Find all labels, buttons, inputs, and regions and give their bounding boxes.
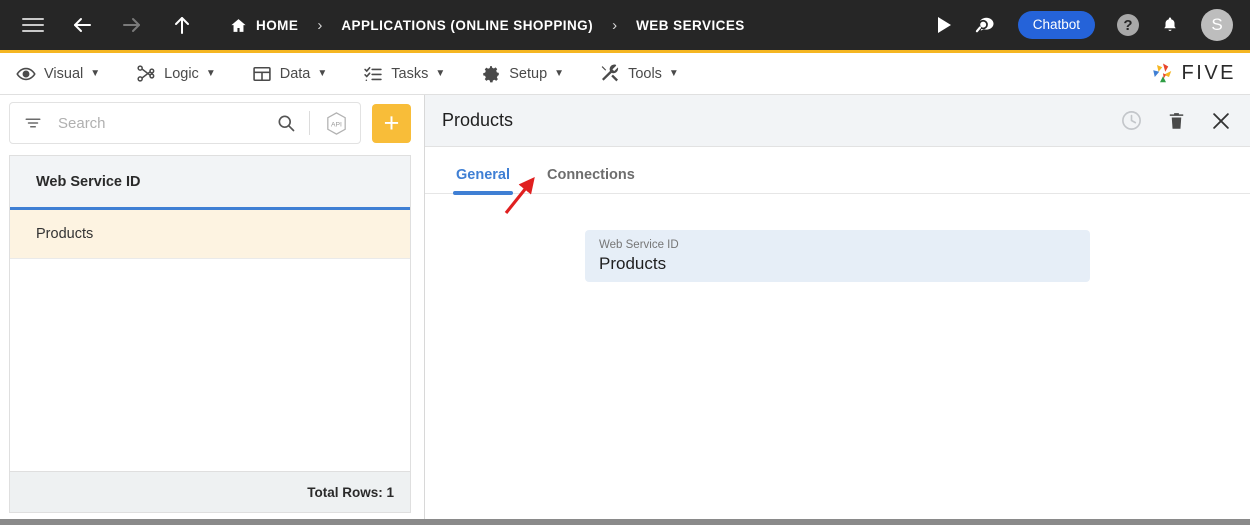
menu-label: Data bbox=[279, 65, 311, 82]
filter-icon[interactable] bbox=[24, 114, 42, 132]
menu-item-tools[interactable]: Tools ▼ bbox=[600, 64, 679, 84]
clock-history-icon[interactable] bbox=[1120, 109, 1143, 132]
menu-item-visual[interactable]: Visual ▼ bbox=[16, 64, 100, 84]
total-rows-label: Total Rows: 1 bbox=[307, 484, 394, 500]
menu-bar: Visual ▼ Logic ▼ Data ▼ Tasks ▼ Setup ▼ … bbox=[0, 53, 1250, 95]
magnifier-icon[interactable] bbox=[276, 113, 296, 133]
column-header-web-service-id[interactable]: Web Service ID bbox=[36, 174, 141, 190]
logic-nodes-icon bbox=[136, 64, 156, 84]
tools-icon bbox=[600, 64, 620, 84]
home-icon bbox=[230, 17, 247, 34]
help-icon[interactable]: ? bbox=[1117, 14, 1139, 36]
breadcrumb: HOME › APPLICATIONS (ONLINE SHOPPING) › … bbox=[230, 17, 745, 34]
menu-item-setup[interactable]: Setup ▼ bbox=[481, 64, 564, 84]
hamburger-line bbox=[22, 18, 44, 20]
svg-text:API: API bbox=[331, 121, 342, 128]
chevron-down-icon: ▼ bbox=[317, 67, 328, 79]
table-icon bbox=[252, 64, 272, 84]
toolbar-divider bbox=[309, 111, 310, 135]
grid-header: Web Service ID bbox=[10, 156, 410, 210]
five-logo-text: FIVE bbox=[1181, 62, 1236, 84]
api-hexagon-icon[interactable]: API bbox=[323, 110, 350, 137]
menu-label: Setup bbox=[509, 65, 548, 82]
up-arrow-icon[interactable] bbox=[170, 13, 194, 37]
general-form: Web Service ID Products bbox=[425, 194, 1250, 282]
forward-arrow-icon[interactable] bbox=[120, 13, 144, 37]
five-logo: FIVE bbox=[1148, 59, 1236, 89]
menu-label: Tasks bbox=[391, 65, 429, 82]
breadcrumb-item-home[interactable]: HOME bbox=[230, 17, 298, 34]
chatbot-button[interactable]: Chatbot bbox=[1017, 11, 1095, 39]
grid-footer: Total Rows: 1 bbox=[10, 471, 410, 512]
window-bottom-edge bbox=[0, 519, 1250, 525]
menu-item-tasks[interactable]: Tasks ▼ bbox=[363, 64, 445, 84]
add-web-service-button[interactable]: + bbox=[372, 103, 411, 143]
gear-icon bbox=[481, 64, 501, 84]
trash-icon[interactable] bbox=[1167, 110, 1186, 132]
menu-item-data[interactable]: Data ▼ bbox=[252, 64, 328, 84]
menu-label: Tools bbox=[628, 65, 662, 82]
chevron-down-icon: ▼ bbox=[435, 67, 446, 79]
close-icon[interactable] bbox=[1210, 110, 1232, 132]
menu-label: Logic bbox=[164, 65, 199, 82]
tab-connections[interactable]: Connections bbox=[544, 167, 638, 193]
hamburger-line bbox=[22, 24, 44, 26]
top-bar: HOME › APPLICATIONS (ONLINE SHOPPING) › … bbox=[0, 0, 1250, 53]
grid-body: Products bbox=[10, 210, 410, 471]
search-input[interactable] bbox=[58, 114, 276, 132]
detail-header: Products bbox=[425, 95, 1250, 147]
breadcrumb-separator: › bbox=[612, 16, 618, 34]
avatar[interactable]: S bbox=[1201, 9, 1233, 41]
breadcrumb-item-web-services[interactable]: WEB SERVICES bbox=[636, 18, 745, 33]
chevron-down-icon: ▼ bbox=[205, 67, 216, 79]
web-service-detail-panel: Products General Connections Web Service… bbox=[424, 95, 1250, 520]
bell-icon[interactable] bbox=[1161, 15, 1179, 35]
table-row[interactable]: Products bbox=[10, 210, 410, 259]
breadcrumb-label: HOME bbox=[256, 17, 299, 33]
chevron-down-icon: ▼ bbox=[554, 67, 565, 79]
cell-web-service-id: Products bbox=[36, 226, 94, 242]
breadcrumb-separator: › bbox=[317, 16, 323, 34]
chevron-down-icon: ▼ bbox=[668, 67, 679, 79]
eye-icon bbox=[16, 64, 36, 84]
back-arrow-icon[interactable] bbox=[70, 13, 94, 37]
field-value: Products bbox=[599, 254, 667, 274]
tab-general[interactable]: General bbox=[453, 167, 513, 195]
checklist-icon bbox=[363, 64, 383, 84]
page-title: Products bbox=[442, 110, 514, 130]
play-icon[interactable] bbox=[936, 16, 952, 34]
detail-header-actions bbox=[1096, 109, 1232, 132]
chevron-down-icon: ▼ bbox=[90, 67, 101, 79]
web-services-list-panel: API + Web Service ID Products Total Rows… bbox=[0, 95, 419, 520]
search-box[interactable]: API bbox=[9, 102, 361, 144]
hamburger-menu-icon[interactable] bbox=[22, 14, 44, 36]
menu-item-logic[interactable]: Logic ▼ bbox=[136, 64, 216, 84]
search-toolbar: API + bbox=[9, 102, 411, 144]
five-pinwheel-icon bbox=[1152, 63, 1171, 82]
menu-label: Visual bbox=[44, 65, 84, 82]
top-bar-actions: Chatbot ? S bbox=[914, 9, 1233, 41]
field-label: Web Service ID bbox=[599, 239, 679, 251]
hamburger-line bbox=[22, 30, 44, 32]
detail-tabs: General Connections bbox=[425, 147, 1250, 195]
chat-search-icon[interactable] bbox=[974, 14, 996, 36]
web-services-grid: Web Service ID Products Total Rows: 1 bbox=[9, 155, 411, 513]
web-service-id-field[interactable]: Web Service ID Products bbox=[585, 230, 1090, 282]
breadcrumb-item-applications[interactable]: APPLICATIONS (ONLINE SHOPPING) bbox=[341, 18, 593, 33]
